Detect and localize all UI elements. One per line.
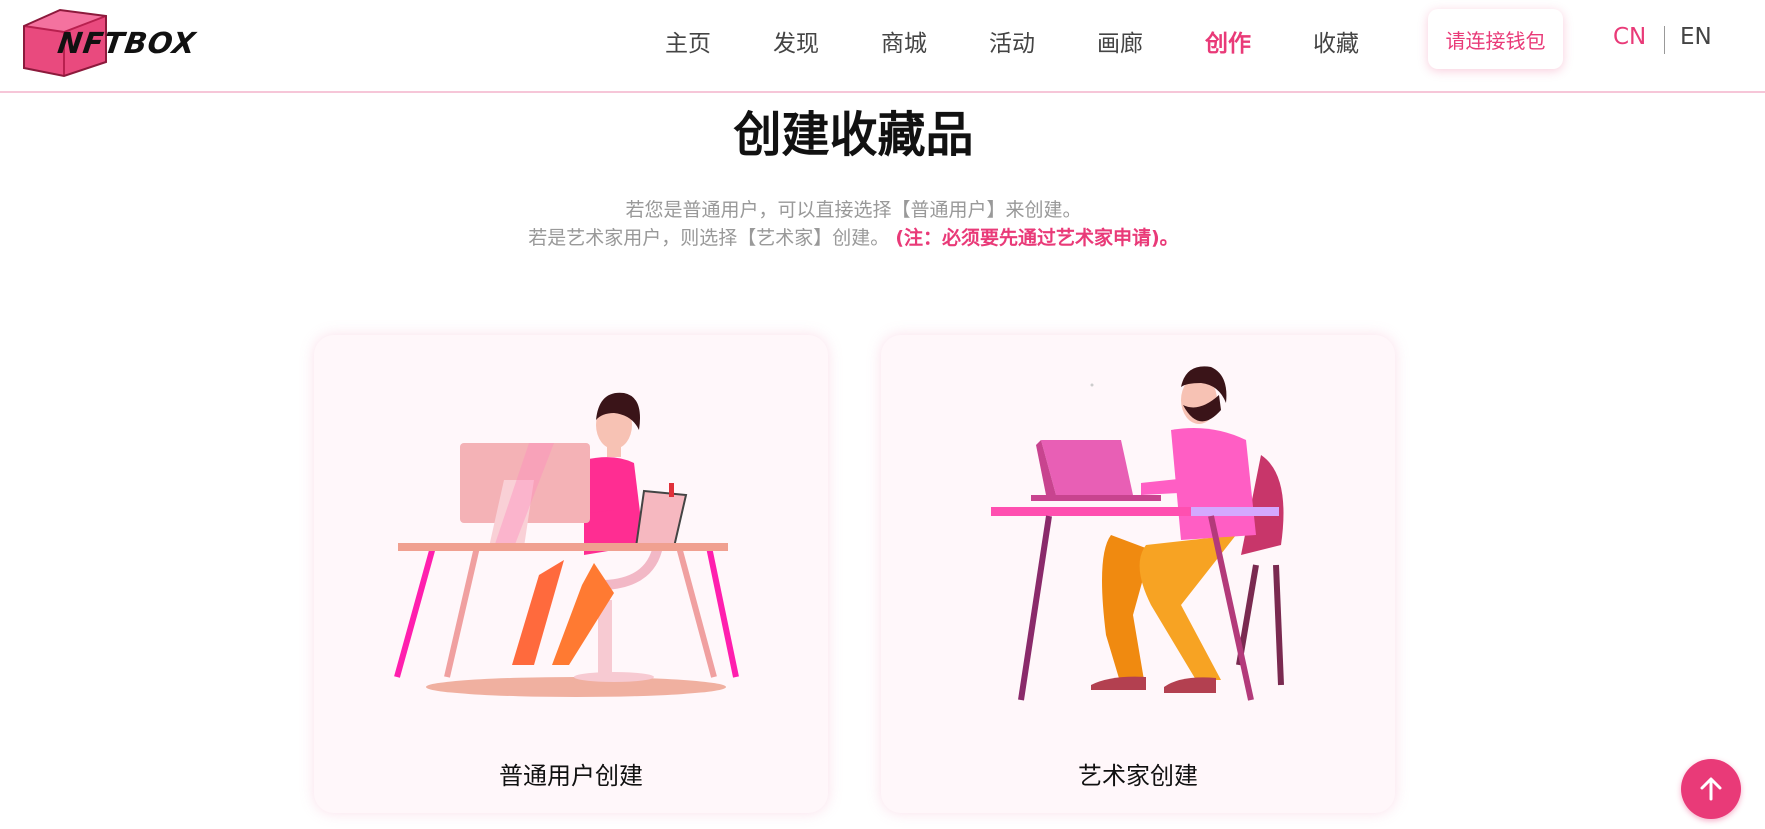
nav-gallery[interactable]: 画廊 (1097, 24, 1143, 58)
description-line-2: 若是艺术家用户，则选择【艺术家】创建。 (注：必须要先通过艺术家申请)。 (0, 223, 1707, 250)
page-title: 创建收藏品 (733, 107, 974, 163)
connect-wallet-button[interactable]: 请连接钱包 (1428, 9, 1563, 69)
normal-user-create-card[interactable]: 普通用户创建 (314, 335, 828, 813)
nftbox-logo[interactable]: NFTBOX (18, 4, 208, 78)
artist-create-card[interactable]: 艺术家创建 (881, 335, 1395, 813)
artist-note: (注：必须要先通过艺术家申请)。 (895, 227, 1179, 249)
arrow-up-icon (1700, 777, 1722, 801)
nav-create[interactable]: 创作 (1205, 24, 1251, 58)
normal-user-create-label: 普通用户创建 (499, 762, 643, 790)
description-line-2-text: 若是艺术家用户，则选择【艺术家】创建。 (528, 227, 890, 249)
person-at-laptop-illustration (991, 366, 1284, 701)
person-at-desktop-illustration (394, 392, 739, 697)
logo-text: NFTBOX (55, 26, 199, 60)
nav-mall[interactable]: 商城 (881, 24, 927, 58)
top-header: NFTBOX 主页 发现 商城 活动 画廊 创作 收藏 请连接钱包 CN EN (0, 0, 1765, 93)
lang-divider (1664, 26, 1665, 54)
back-to-top-button[interactable] (1681, 759, 1741, 819)
nav-events[interactable]: 活动 (989, 24, 1035, 58)
description-line-1: 若您是普通用户，可以直接选择【普通用户】来创建。 (625, 199, 1082, 221)
lang-en-button[interactable]: EN (1680, 24, 1712, 50)
nav-collection[interactable]: 收藏 (1313, 24, 1359, 58)
nav-discover[interactable]: 发现 (773, 24, 819, 58)
artist-create-label: 艺术家创建 (1078, 762, 1198, 790)
nav-home[interactable]: 主页 (665, 24, 711, 58)
lang-cn-button[interactable]: CN (1613, 24, 1646, 50)
